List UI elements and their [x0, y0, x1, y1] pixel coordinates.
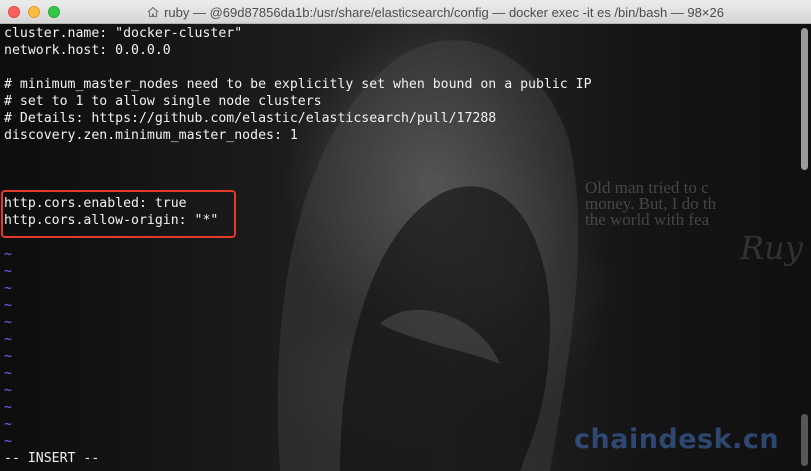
scrollbar-thumb[interactable] — [801, 28, 808, 170]
window-title-area: ruby — @69d87856da1b:/usr/share/elastics… — [80, 0, 791, 24]
terminal-line: discovery.zen.minimum_master_nodes: 1 — [4, 128, 298, 143]
zoom-window-button[interactable] — [48, 6, 60, 18]
scrollbar-thumb-lower[interactable] — [801, 414, 808, 466]
terminal-text[interactable]: cluster.name: "docker-cluster" network.h… — [4, 25, 791, 467]
scrollbar[interactable] — [797, 24, 811, 471]
empty-line-marker: ~ — [4, 298, 12, 313]
empty-line-marker: ~ — [4, 247, 12, 262]
terminal-line: # Details: https://github.com/elastic/el… — [4, 111, 497, 126]
empty-line-marker: ~ — [4, 366, 12, 381]
close-window-button[interactable] — [8, 6, 20, 18]
empty-line-marker: ~ — [4, 349, 12, 364]
window-title: ruby — @69d87856da1b:/usr/share/elastics… — [164, 4, 724, 20]
minimize-window-button[interactable] — [28, 6, 40, 18]
empty-line-marker: ~ — [4, 332, 12, 347]
terminal-window: ruby — @69d87856da1b:/usr/share/elastics… — [0, 0, 811, 471]
empty-line-marker: ~ — [4, 264, 12, 279]
title-bar[interactable]: ruby — @69d87856da1b:/usr/share/elastics… — [0, 0, 811, 24]
terminal-line: cluster.name: "docker-cluster" — [4, 26, 243, 41]
empty-line-marker: ~ — [4, 315, 12, 330]
highlight-annotation-box — [1, 190, 236, 238]
terminal-line: # minimum_master_nodes need to be explic… — [4, 77, 592, 92]
home-folder-icon — [147, 6, 159, 18]
empty-line-marker: ~ — [4, 400, 12, 415]
empty-line-marker: ~ — [4, 383, 12, 398]
terminal-line: # set to 1 to allow single node clusters — [4, 94, 322, 109]
terminal-content-area[interactable]: Old man tried to c money. But, I do th t… — [0, 24, 811, 471]
terminal-line: network.host: 0.0.0.0 — [4, 43, 171, 58]
empty-line-marker: ~ — [4, 281, 12, 296]
watermark-text: chaindesk.cn — [574, 424, 780, 455]
